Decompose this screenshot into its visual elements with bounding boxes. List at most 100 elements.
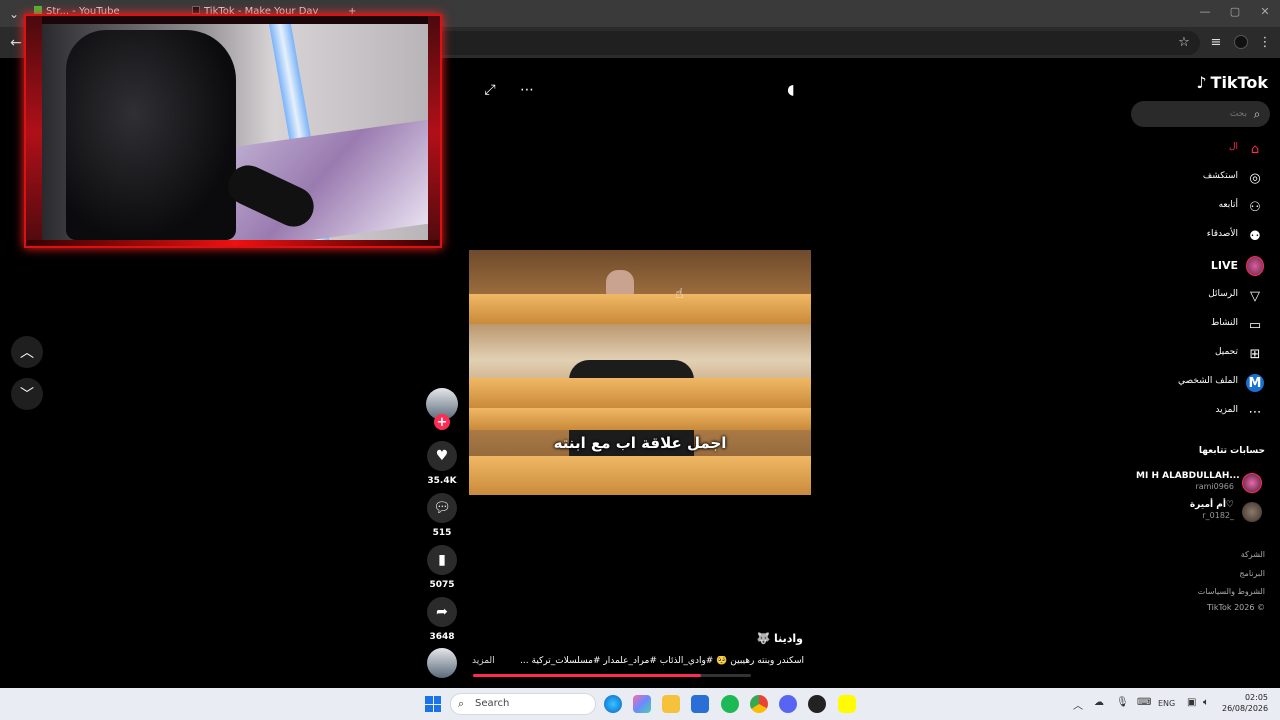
video-caption: اسكندر وبنته رهيبين 🥺 #وادي_الذئاب #مراد… xyxy=(520,656,804,666)
bookmark-icon: ▮ xyxy=(438,552,446,568)
keyboard-icon[interactable]: ⌨ xyxy=(1137,697,1151,708)
video-stair-slat xyxy=(469,456,811,495)
more-dots-icon: ⋯ xyxy=(1248,404,1262,420)
maximize-window-icon[interactable]: ▢ xyxy=(1220,5,1250,23)
message-box-icon: ▭ xyxy=(1248,317,1262,333)
discord-icon[interactable] xyxy=(779,695,797,713)
file-explorer-icon[interactable] xyxy=(662,695,680,713)
following-accounts-title: حسابات تتابعها xyxy=(1198,446,1265,456)
microphone-icon[interactable]: 🎙︎ xyxy=(1116,697,1129,708)
browser-menu-icon[interactable]: ⋮ xyxy=(1255,32,1275,52)
search-input[interactable] xyxy=(1141,105,1247,123)
tiktok-logo[interactable]: ♪ TikTok xyxy=(1192,71,1268,93)
minimize-window-icon[interactable]: — xyxy=(1190,5,1220,23)
taskbar-search-box[interactable]: ⌕ Search xyxy=(450,693,596,715)
nav-item-more[interactable]: المزيد ⋯ xyxy=(1140,401,1268,423)
spotify-icon[interactable] xyxy=(721,695,739,713)
windows-start-icon[interactable] xyxy=(425,696,441,712)
sound-disc-avatar[interactable] xyxy=(427,648,457,678)
plus-square-icon: ⊞ xyxy=(1249,346,1261,362)
webcam-gaming-chair xyxy=(66,30,236,240)
footer-link-terms[interactable]: الشروط والسياسات xyxy=(1140,587,1265,596)
nav-item-profile[interactable]: الملف الشخصي M xyxy=(1140,372,1268,394)
tab-search-chevron-icon[interactable]: ⌄ xyxy=(4,4,24,24)
nav-item-home[interactable]: ال ⌂ xyxy=(1140,138,1268,160)
nav-item-friends[interactable]: الأصدقاء ⚉ xyxy=(1140,225,1268,247)
tray-overflow-icon[interactable]: ︿ xyxy=(1073,697,1083,712)
profile-avatar[interactable] xyxy=(1231,32,1251,52)
video-stair-slat xyxy=(469,294,811,324)
nav-item-explore[interactable]: استكشف ◎ xyxy=(1140,167,1268,189)
live-avatar-icon xyxy=(1246,256,1264,276)
taskbar-clock[interactable]: 02:05 26/08/2026 xyxy=(1222,692,1268,714)
back-arrow-icon[interactable]: ← xyxy=(6,33,26,53)
share-arrow-icon: ➦ xyxy=(436,604,448,620)
video-progress-fill xyxy=(473,674,701,677)
footer-copyright: TikTok 2026 © xyxy=(1207,603,1265,612)
video-more-options-icon[interactable]: ⋯ xyxy=(517,80,537,100)
compass-icon: ◎ xyxy=(1249,170,1261,186)
share-button[interactable]: ➦ xyxy=(427,597,457,627)
tab-favicon-icon xyxy=(192,6,200,14)
comment-button[interactable]: 💬︎ xyxy=(427,493,457,523)
language-indicator[interactable]: ENG xyxy=(1158,699,1175,708)
copilot-icon[interactable] xyxy=(633,695,651,713)
nav-item-following[interactable]: أتابعه ⚇ xyxy=(1140,196,1268,218)
save-button[interactable]: ▮ xyxy=(427,545,457,575)
media-queue-icon[interactable]: ≡ xyxy=(1206,32,1226,52)
webcam-overlay xyxy=(24,14,442,248)
speaker-icon[interactable]: 🔈︎ xyxy=(1203,697,1209,708)
share-count: 3648 xyxy=(429,632,455,642)
person-add-icon: ⚇ xyxy=(1249,199,1261,215)
fullscreen-expand-icon[interactable]: ⤢ xyxy=(480,80,500,100)
chrome-icon[interactable] xyxy=(750,695,768,713)
search-icon: ⌕ xyxy=(458,697,465,710)
nav-item-upload[interactable]: تحميل ⊞ xyxy=(1140,343,1268,365)
webcam-frame-left xyxy=(26,16,42,246)
video-subtitle: اجمل علاقة اب مع ابنته xyxy=(553,434,727,452)
close-window-icon[interactable]: ✕ xyxy=(1250,5,1280,23)
next-video-button[interactable]: ﹀ xyxy=(11,378,43,410)
comment-count: 515 xyxy=(432,528,452,538)
volume-icon[interactable]: ◖ xyxy=(781,80,801,100)
caption-more-link[interactable]: المزيد xyxy=(472,656,508,666)
webcam-frame-bottom xyxy=(26,240,440,246)
microsoft-store-icon[interactable] xyxy=(691,695,709,713)
video-author-name[interactable]: وادينا 🐺 xyxy=(700,632,803,645)
profile-badge-icon: M xyxy=(1246,374,1264,392)
send-icon: ▽ xyxy=(1250,288,1260,304)
video-stair-slat xyxy=(469,408,811,430)
like-button[interactable]: ♥ xyxy=(427,441,457,471)
follow-creator-button[interactable]: + xyxy=(434,414,450,430)
comment-bubble-icon: 💬︎ xyxy=(433,500,451,516)
following-account[interactable]: أم أميرة♡ r_0182_ xyxy=(1136,500,1268,524)
hand-cursor-icon: ☝ xyxy=(675,286,684,302)
bookmark-star-icon[interactable]: ☆ xyxy=(1174,32,1194,52)
previous-video-button[interactable]: ︿ xyxy=(11,336,43,368)
edge-browser-icon[interactable] xyxy=(604,695,622,713)
onedrive-icon[interactable]: ☁ xyxy=(1094,697,1104,708)
nav-item-messages[interactable]: الرسائل ▽ xyxy=(1140,285,1268,307)
chevron-down-icon: ﹀ xyxy=(20,387,34,403)
account-avatar xyxy=(1242,473,1262,493)
like-count: 35.4K xyxy=(427,476,457,486)
tiktok-note-icon: ♪ xyxy=(1196,72,1207,92)
search-icon[interactable]: ⌕ xyxy=(1249,106,1265,122)
tab-favicon-icon xyxy=(34,6,42,14)
webcam-frame-right xyxy=(428,16,440,246)
following-account[interactable]: MI H ALABDULLAH... rami0966 xyxy=(1136,471,1268,495)
nav-item-activity[interactable]: النشاط ▭ xyxy=(1140,314,1268,336)
home-icon: ⌂ xyxy=(1250,141,1260,157)
search-box: ⌕ xyxy=(1131,101,1270,127)
footer-link-program[interactable]: البرنامج xyxy=(1140,569,1265,578)
network-icon[interactable]: ▣ xyxy=(1187,697,1196,708)
heart-icon: ♥ xyxy=(435,448,449,464)
video-player[interactable]: اجمل علاقة اب مع ابنته xyxy=(469,250,811,495)
app-icon[interactable] xyxy=(808,695,826,713)
account-avatar xyxy=(1242,502,1262,522)
snapchat-icon[interactable] xyxy=(838,695,856,713)
chevron-up-icon: ︿ xyxy=(20,345,34,361)
save-count: 5075 xyxy=(429,580,455,590)
footer-link-company[interactable]: الشركة xyxy=(1140,550,1265,559)
nav-item-live[interactable]: LIVE xyxy=(1140,255,1268,277)
